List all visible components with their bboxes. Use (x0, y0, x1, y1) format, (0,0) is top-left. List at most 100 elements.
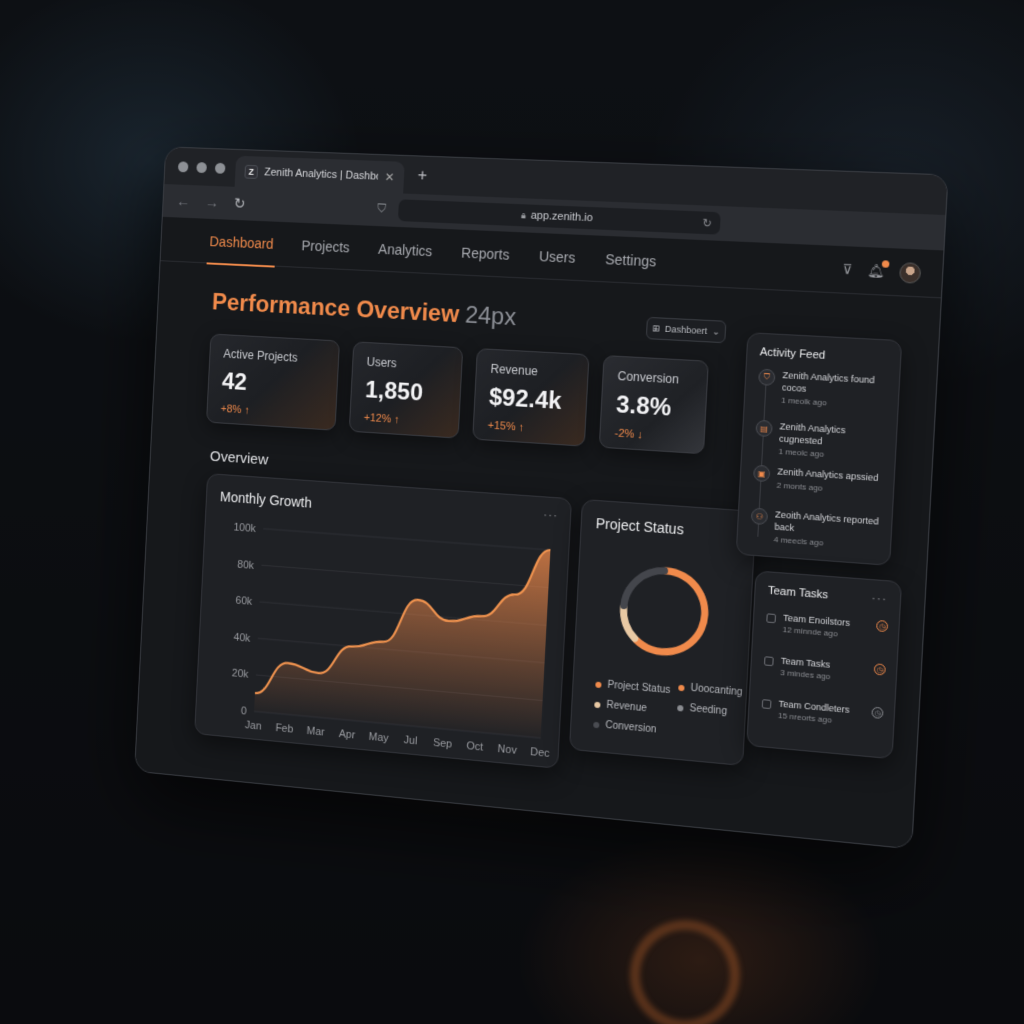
nav-analytics[interactable]: Analytics (377, 226, 433, 274)
feed-item[interactable]: ⛉ Zenith Analytics found cocos 1 meolk ag… (757, 368, 895, 412)
legend-dot (678, 684, 685, 691)
activity-feed-title: Activity Feed (759, 346, 826, 362)
page-title-text: Performance Overview (211, 288, 460, 329)
document-icon: ▤ (755, 419, 773, 438)
scene: Z Zenith Analytics | Dashboard ✕ + ← → ↻… (0, 0, 1024, 1024)
x-tick-label: Oct (466, 740, 483, 754)
x-tick-label: Apr (339, 728, 356, 741)
legend-dot (677, 704, 684, 712)
clock-icon: ◷ (876, 619, 889, 633)
donut-segment (635, 569, 706, 655)
kpi-card-users[interactable]: Users 1,850 +12% ↑ (348, 341, 464, 439)
app-content: Dashboard Projects Analytics Reports Use… (135, 216, 944, 849)
window-controls (177, 160, 226, 174)
kpi-card-revenue[interactable]: Revenue $92.4k +15% ↑ (472, 348, 590, 447)
view-select[interactable]: ⊞ Dashboert ⌄ (645, 316, 727, 344)
gridline (261, 565, 548, 587)
kpi-delta: -2% ↓ (614, 427, 644, 442)
task-time: 3 mindes ago (780, 667, 831, 682)
page-title: Performance Overview 24px (211, 289, 516, 332)
kpi-card-active-projects[interactable]: Active Projects 42 +8% ↑ (206, 333, 341, 431)
forward-arrow-icon[interactable]: → (205, 194, 220, 211)
nav-dashboard[interactable]: Dashboard (208, 218, 274, 266)
task-item: Team Tasks 3 mindes ago ◷ (763, 654, 886, 686)
x-tick-label: Feb (275, 722, 293, 735)
kpi-label: Conversion (617, 368, 680, 387)
kpi-row: Active Projects 42 +8% ↑ Users 1,850 +12… (206, 333, 709, 455)
team-tasks-card: Team Tasks ··· Team Enoilstors 12 minnde … (746, 570, 903, 760)
new-tab-icon[interactable]: + (417, 165, 428, 185)
clock-icon: ◷ (873, 663, 886, 676)
favicon: Z (244, 164, 259, 179)
shield-icon[interactable]: ⛉ (377, 201, 386, 216)
kpi-label: Users (366, 354, 398, 371)
x-tick-label: Nov (497, 743, 517, 757)
tab-title: Zenith Analytics | Dashboard (264, 166, 379, 183)
task-item: Team Enoilstors 12 minnde ago ◷ (766, 611, 889, 642)
feed-text: Zenith Analytics found cocos (781, 369, 875, 394)
reload-icon[interactable]: ↻ (233, 195, 246, 213)
legend-dot (593, 721, 600, 728)
x-tick-label: Jul (403, 734, 417, 747)
nav-reports[interactable]: Reports (460, 229, 510, 277)
more-options-icon[interactable]: ··· (871, 590, 888, 606)
close-window-button[interactable] (177, 160, 189, 172)
nav-settings[interactable]: Settings (604, 235, 657, 284)
feed-item[interactable]: ▤ Zenith Analytics cugnested 1 meolc ago (754, 419, 892, 464)
clock-icon: ◷ (871, 706, 884, 719)
kpi-value: $92.4k (488, 383, 563, 416)
x-tick-label: Dec (530, 746, 551, 760)
kpi-value: 1,850 (364, 376, 424, 407)
close-tab-icon[interactable]: ✕ (384, 170, 394, 184)
shield-icon: ⛉ (758, 368, 776, 386)
monthly-growth-chart: 100k 80k 60k 40k 20k 0 Jan Feb Mar Apr May Jul Sep Oc… (232, 522, 573, 760)
browser-window: Z Zenith Analytics | Dashboard ✕ + ← → ↻… (134, 146, 949, 850)
refresh-icon[interactable]: ↻ (702, 216, 712, 230)
task-checkbox[interactable] (763, 656, 774, 667)
nav-projects[interactable]: Projects (301, 222, 351, 269)
filter-icon[interactable]: ⊽ (842, 262, 853, 279)
grid-icon: ⊞ (651, 322, 661, 334)
chevron-down-icon: ⌄ (711, 325, 721, 337)
y-tick-label: 60k (235, 595, 253, 608)
users-icon: ⚇ (750, 507, 769, 526)
page-title-suffix: 24px (464, 301, 517, 332)
notification-bell-icon[interactable]: 🔔︎ (867, 260, 890, 280)
y-tick-label: 40k (233, 631, 251, 644)
monthly-growth-card: Monthly Growth ··· 100k 80k 60k 40k 20k 0 Jan F… (194, 473, 573, 769)
minimize-window-button[interactable] (196, 161, 208, 173)
kpi-value: 42 (221, 368, 248, 396)
maximize-window-button[interactable] (214, 162, 226, 174)
team-tasks-title: Team Tasks (767, 584, 829, 602)
kpi-card-conversion[interactable]: Conversion 3.8% -2% ↓ (598, 354, 709, 455)
feed-item[interactable]: ⚇ Zeoith Analytics reported back 4 meecls… (750, 507, 888, 553)
nav-actions: ⊽ 🔔︎ (841, 246, 922, 297)
kpi-label: Active Projects (223, 346, 299, 365)
kpi-delta: +15% ↑ (487, 419, 525, 434)
avatar[interactable] (898, 262, 922, 284)
activity-feed-card: Activity Feed ⛉ Zenith Analytics found c… (735, 332, 903, 566)
kpi-delta: +8% ↑ (220, 403, 250, 417)
kpi-value: 3.8% (615, 391, 673, 422)
task-checkbox[interactable] (766, 613, 777, 624)
legend-dot (595, 681, 602, 688)
growth-area (254, 528, 551, 739)
gridline (263, 529, 550, 550)
feed-item[interactable]: ▣ Zenith Analytics apssied 2 monts ago (753, 464, 890, 497)
notification-badge (881, 260, 890, 268)
x-tick-label: Sep (433, 737, 453, 751)
donut-segment (624, 568, 665, 609)
y-tick-label: 20k (232, 668, 250, 681)
nav-users[interactable]: Users (538, 233, 577, 281)
task-item: Team Condleters 15 nreorts ago ◷ (761, 697, 884, 729)
url-text: app.zenith.io (530, 209, 594, 225)
y-tick-label: 80k (237, 558, 255, 571)
y-tick-label: 100k (233, 522, 256, 535)
project-status-card: Project Status Project Status Uoocanting… (568, 498, 757, 767)
kpi-delta: +12% ↑ (363, 411, 400, 426)
overview-heading: Overview (209, 448, 269, 469)
x-tick-label: Mar (306, 725, 325, 739)
task-checkbox[interactable] (761, 699, 772, 710)
back-arrow-icon[interactable]: ← (176, 193, 191, 210)
lock-icon: 🔒︎ (520, 209, 527, 220)
